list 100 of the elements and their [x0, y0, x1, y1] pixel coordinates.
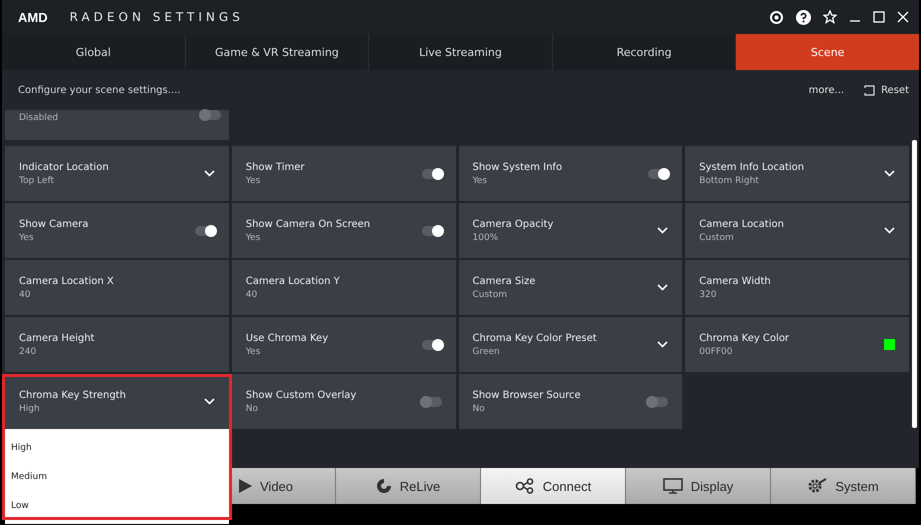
setting-value: Green	[472, 346, 501, 356]
close-icon[interactable]	[897, 11, 909, 23]
brand-logo: AMD	[18, 10, 48, 24]
reset-button[interactable]: Reset	[864, 84, 909, 96]
setting-value: Custom	[699, 232, 735, 242]
setting-tile[interactable]: Camera Width 320	[685, 260, 909, 315]
setting-tile[interactable]: Camera Location X 40	[5, 260, 229, 315]
tab[interactable]: Global	[2, 34, 186, 70]
setting-label: Camera Height	[19, 332, 96, 344]
setting-value: 320	[699, 290, 718, 300]
share-nodes-icon	[514, 478, 535, 494]
setting-value: Yes	[246, 346, 262, 356]
setting-label: Camera Location X	[19, 276, 115, 286]
setting-label: Show Custom Overlay	[246, 390, 358, 400]
setting-tile[interactable]: Show Custom Overlay No	[232, 374, 456, 429]
nav-button[interactable]: ReLive	[336, 468, 481, 504]
refresh-icon[interactable]	[769, 10, 784, 24]
help-icon[interactable]	[796, 10, 811, 24]
setting-label: Indicator Location	[19, 162, 110, 172]
setting-tile[interactable]: Chroma Key Color Preset Green	[458, 317, 682, 372]
nav-button[interactable]: Video	[232, 468, 336, 504]
setting-label: Camera Location	[699, 218, 785, 230]
toggle-switch[interactable]	[422, 340, 442, 350]
setting-tile[interactable]: Use Chroma Key Yes	[232, 317, 456, 372]
setting-tile[interactable]: Show Timer Yes	[232, 146, 456, 201]
setting-label: Chroma Key Color	[699, 332, 790, 344]
setting-tile[interactable]: Show Browser Source No	[458, 374, 682, 429]
chevron-down-icon[interactable]	[657, 227, 668, 234]
tab[interactable]: Scene	[736, 34, 919, 70]
scrollbar[interactable]	[912, 140, 917, 428]
relive-icon	[376, 478, 392, 494]
setting-value: Top Left	[19, 176, 55, 186]
chevron-down-icon[interactable]	[657, 341, 668, 348]
nav-button[interactable]: System	[771, 468, 916, 504]
toggle-switch[interactable]	[422, 396, 442, 406]
setting-tile[interactable]: Show Camera On Screen Yes	[232, 203, 456, 258]
setting-tile[interactable]: Camera Size Custom	[458, 260, 682, 315]
setting-value: Yes	[246, 176, 262, 186]
setting-value: 40	[246, 290, 258, 300]
tab[interactable]: Live Streaming	[369, 34, 553, 70]
setting-label: Camera Width	[699, 276, 772, 286]
reset-icon	[864, 84, 876, 96]
setting-tile[interactable]: Show Camera Yes	[5, 203, 229, 258]
dropdown-option[interactable]: High	[5, 433, 229, 462]
setting-label: Show System Info	[472, 162, 564, 172]
monitor-icon	[662, 478, 683, 494]
setting-value: Custom	[472, 290, 508, 300]
play-icon	[238, 479, 252, 493]
setting-value: 40	[19, 290, 32, 300]
setting-label: Show Timer	[246, 162, 306, 172]
toggle-switch[interactable]	[422, 226, 442, 236]
description-text: Configure your scene settings....	[18, 84, 180, 96]
chevron-down-icon[interactable]	[884, 227, 895, 234]
setting-tile[interactable]: Indicator Location Top Left	[5, 146, 229, 201]
toggle-switch[interactable]	[422, 168, 442, 178]
toggle-switch[interactable]	[648, 396, 668, 406]
setting-tile[interactable]: Camera Location Custom	[685, 203, 909, 258]
more-link[interactable]: more...	[808, 84, 844, 96]
setting-label: Show Browser Source	[472, 390, 582, 400]
setting-value: No	[246, 404, 259, 414]
tab[interactable]: Game & VR Streaming	[186, 34, 370, 70]
setting-tile[interactable]: Disabled	[5, 110, 229, 140]
window-title: RADEON SETTINGS	[70, 10, 244, 24]
setting-value: Yes	[246, 232, 262, 242]
setting-label: Chroma Key Color Preset	[472, 332, 598, 344]
chevron-down-icon[interactable]	[657, 284, 668, 291]
setting-label: Show Camera On Screen	[246, 218, 372, 230]
setting-tile[interactable]: Camera Height 240	[5, 317, 229, 372]
maximize-icon[interactable]	[873, 11, 885, 23]
setting-tile[interactable]: Camera Opacity 100%	[458, 203, 682, 258]
star-icon[interactable]	[823, 10, 837, 24]
setting-tile[interactable]: Chroma Key Color 00FF00	[685, 317, 909, 372]
setting-value: 100%	[472, 232, 500, 242]
setting-label: Camera Size	[472, 276, 536, 286]
setting-value: High	[19, 404, 41, 414]
setting-label: Chroma Key Strength	[19, 390, 127, 400]
setting-tile[interactable]: Chroma Key Strength High	[5, 374, 229, 429]
setting-value: Bottom Right	[699, 176, 760, 186]
toggle-switch[interactable]	[648, 168, 668, 178]
setting-label: Use Chroma Key	[246, 332, 330, 344]
toggle-switch[interactable]	[201, 110, 221, 120]
dropdown-option[interactable]: Low	[5, 491, 229, 520]
nav-button[interactable]: Connect	[481, 468, 626, 504]
color-swatch[interactable]	[884, 339, 895, 350]
setting-label: Show Camera	[19, 218, 90, 230]
setting-value: 00FF00	[699, 346, 734, 356]
dropdown-option[interactable]: Medium	[5, 462, 229, 491]
setting-tile[interactable]: Show System Info Yes	[458, 146, 682, 201]
setting-label: System Info Location	[699, 162, 806, 172]
toggle-switch[interactable]	[194, 226, 215, 236]
setting-tile[interactable]: System Info Location Bottom Right	[685, 146, 909, 201]
gear-wrench-icon	[807, 477, 828, 495]
setting-label: Camera Opacity	[472, 218, 554, 230]
chevron-down-icon[interactable]	[204, 398, 215, 405]
chevron-down-icon[interactable]	[884, 170, 895, 177]
setting-value: No	[472, 404, 486, 414]
nav-button[interactable]: Display	[626, 468, 771, 504]
setting-tile[interactable]: Camera Location Y 40	[232, 260, 456, 315]
chevron-down-icon[interactable]	[204, 170, 215, 177]
setting-value: Yes	[472, 176, 488, 186]
